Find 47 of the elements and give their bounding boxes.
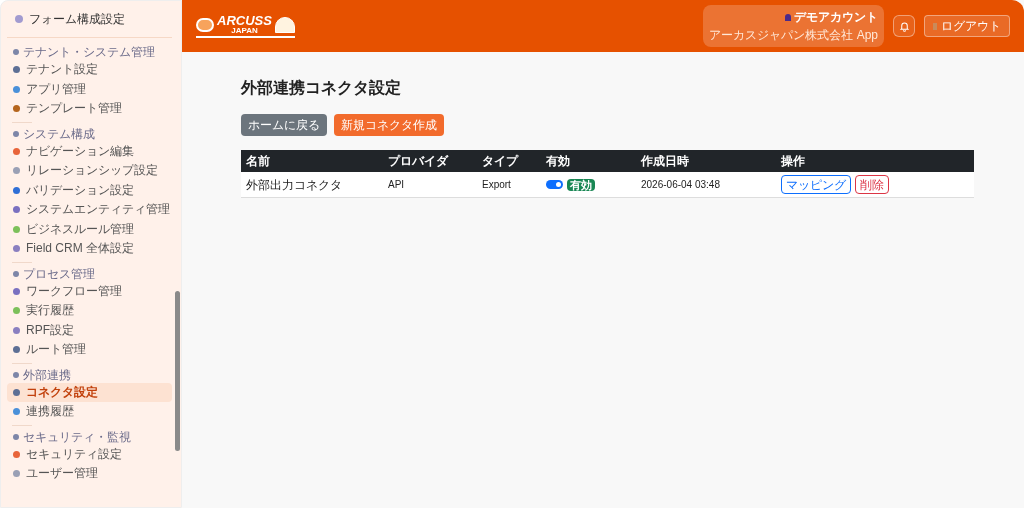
home-button[interactable]: ホームに戻る xyxy=(241,114,327,136)
sidebar-item[interactable]: セキュリティ設定 xyxy=(7,444,172,464)
section-header: セキュリティ・監視 xyxy=(23,428,131,446)
scrollbar[interactable] xyxy=(175,291,180,451)
logo-text: ARCUSS xyxy=(217,14,272,27)
column-header: 操作 xyxy=(781,153,806,170)
table-cell-text: Export xyxy=(482,178,512,192)
column-header: タイプ xyxy=(482,153,520,170)
sidebar-item[interactable]: ルート管理 xyxy=(7,340,172,360)
section-header: プロセス管理 xyxy=(23,265,95,283)
status-badge: 有効 xyxy=(567,178,595,191)
column-header: 名前 xyxy=(246,153,271,170)
sidebar-item[interactable]: 実行履歴 xyxy=(7,301,172,321)
column-header: 有効 xyxy=(546,153,571,170)
delete-button[interactable]: 削除 xyxy=(855,175,889,194)
notifications-button[interactable] xyxy=(893,15,915,37)
sidebar-item[interactable]: 連携履歴 xyxy=(7,402,172,422)
sidebar-item[interactable]: ユーザー管理 xyxy=(7,464,172,484)
sidebar-item[interactable]: コネクタ設定 xyxy=(7,382,172,402)
sidebar-item[interactable]: リレーションシップ設定 xyxy=(7,161,172,181)
toggle-switch[interactable] xyxy=(546,180,563,189)
sidebar-item[interactable]: ナビゲーション編集 xyxy=(7,141,172,161)
sidebar-item[interactable]: ビジネスルール管理 xyxy=(7,219,172,239)
table-cell-text: 2026-06-04 03:48 xyxy=(641,178,721,192)
sidebar-item[interactable]: RPF設定 xyxy=(7,320,172,340)
table-cell-text: API xyxy=(388,178,406,192)
table-cell-text: 外部出力コネクタ xyxy=(246,176,343,194)
account-name: デモアカウント xyxy=(794,9,878,26)
sidebar-item[interactable]: Field CRM 全体設定 xyxy=(7,239,172,259)
sidebar-item[interactable]: テナント設定 xyxy=(7,60,172,80)
sidebar-item[interactable]: ワークフロー管理 xyxy=(7,281,172,301)
column-header: プロバイダ xyxy=(388,153,450,170)
sidebar-item[interactable]: テンプレート管理 xyxy=(7,99,172,119)
person-icon xyxy=(785,13,791,21)
logo-subtext: JAPAN xyxy=(231,27,258,35)
section-header: 外部連携 xyxy=(23,366,71,384)
section-header: システム構成 xyxy=(23,125,95,143)
sidebar-item[interactable]: システムエンティティ管理 xyxy=(7,200,172,220)
column-header: 作成日時 xyxy=(641,153,690,170)
sidebar-item[interactable]: バリデーション設定 xyxy=(7,180,172,200)
bell-icon xyxy=(898,20,910,32)
sidebar-title[interactable]: フォーム構成設定 xyxy=(29,10,125,28)
sidebar-item[interactable]: アプリ管理 xyxy=(7,79,172,99)
section-header: テナント・システム管理 xyxy=(23,44,155,61)
mapping-button[interactable]: マッピング xyxy=(781,175,851,194)
account-org: アーカスジャパン株式会社 App xyxy=(709,27,878,44)
page-title: 外部連携コネクタ設定 xyxy=(241,78,402,98)
